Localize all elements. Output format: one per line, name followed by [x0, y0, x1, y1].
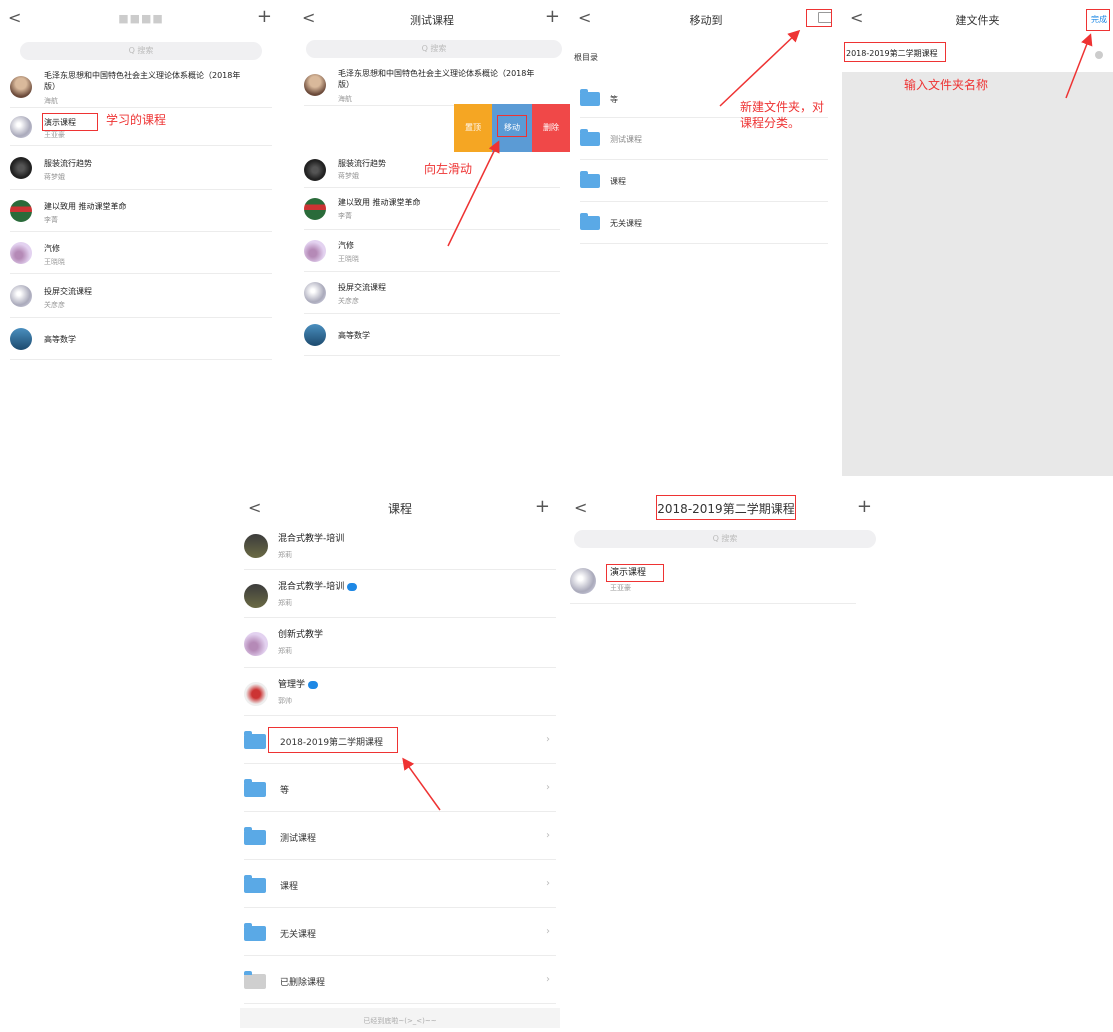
done-arrow [1065, 33, 1093, 99]
annotation-arrows [402, 29, 1093, 811]
swipe-arrow [447, 140, 500, 247]
new-folder-arrow [719, 29, 801, 107]
folder-arrow [402, 757, 441, 811]
